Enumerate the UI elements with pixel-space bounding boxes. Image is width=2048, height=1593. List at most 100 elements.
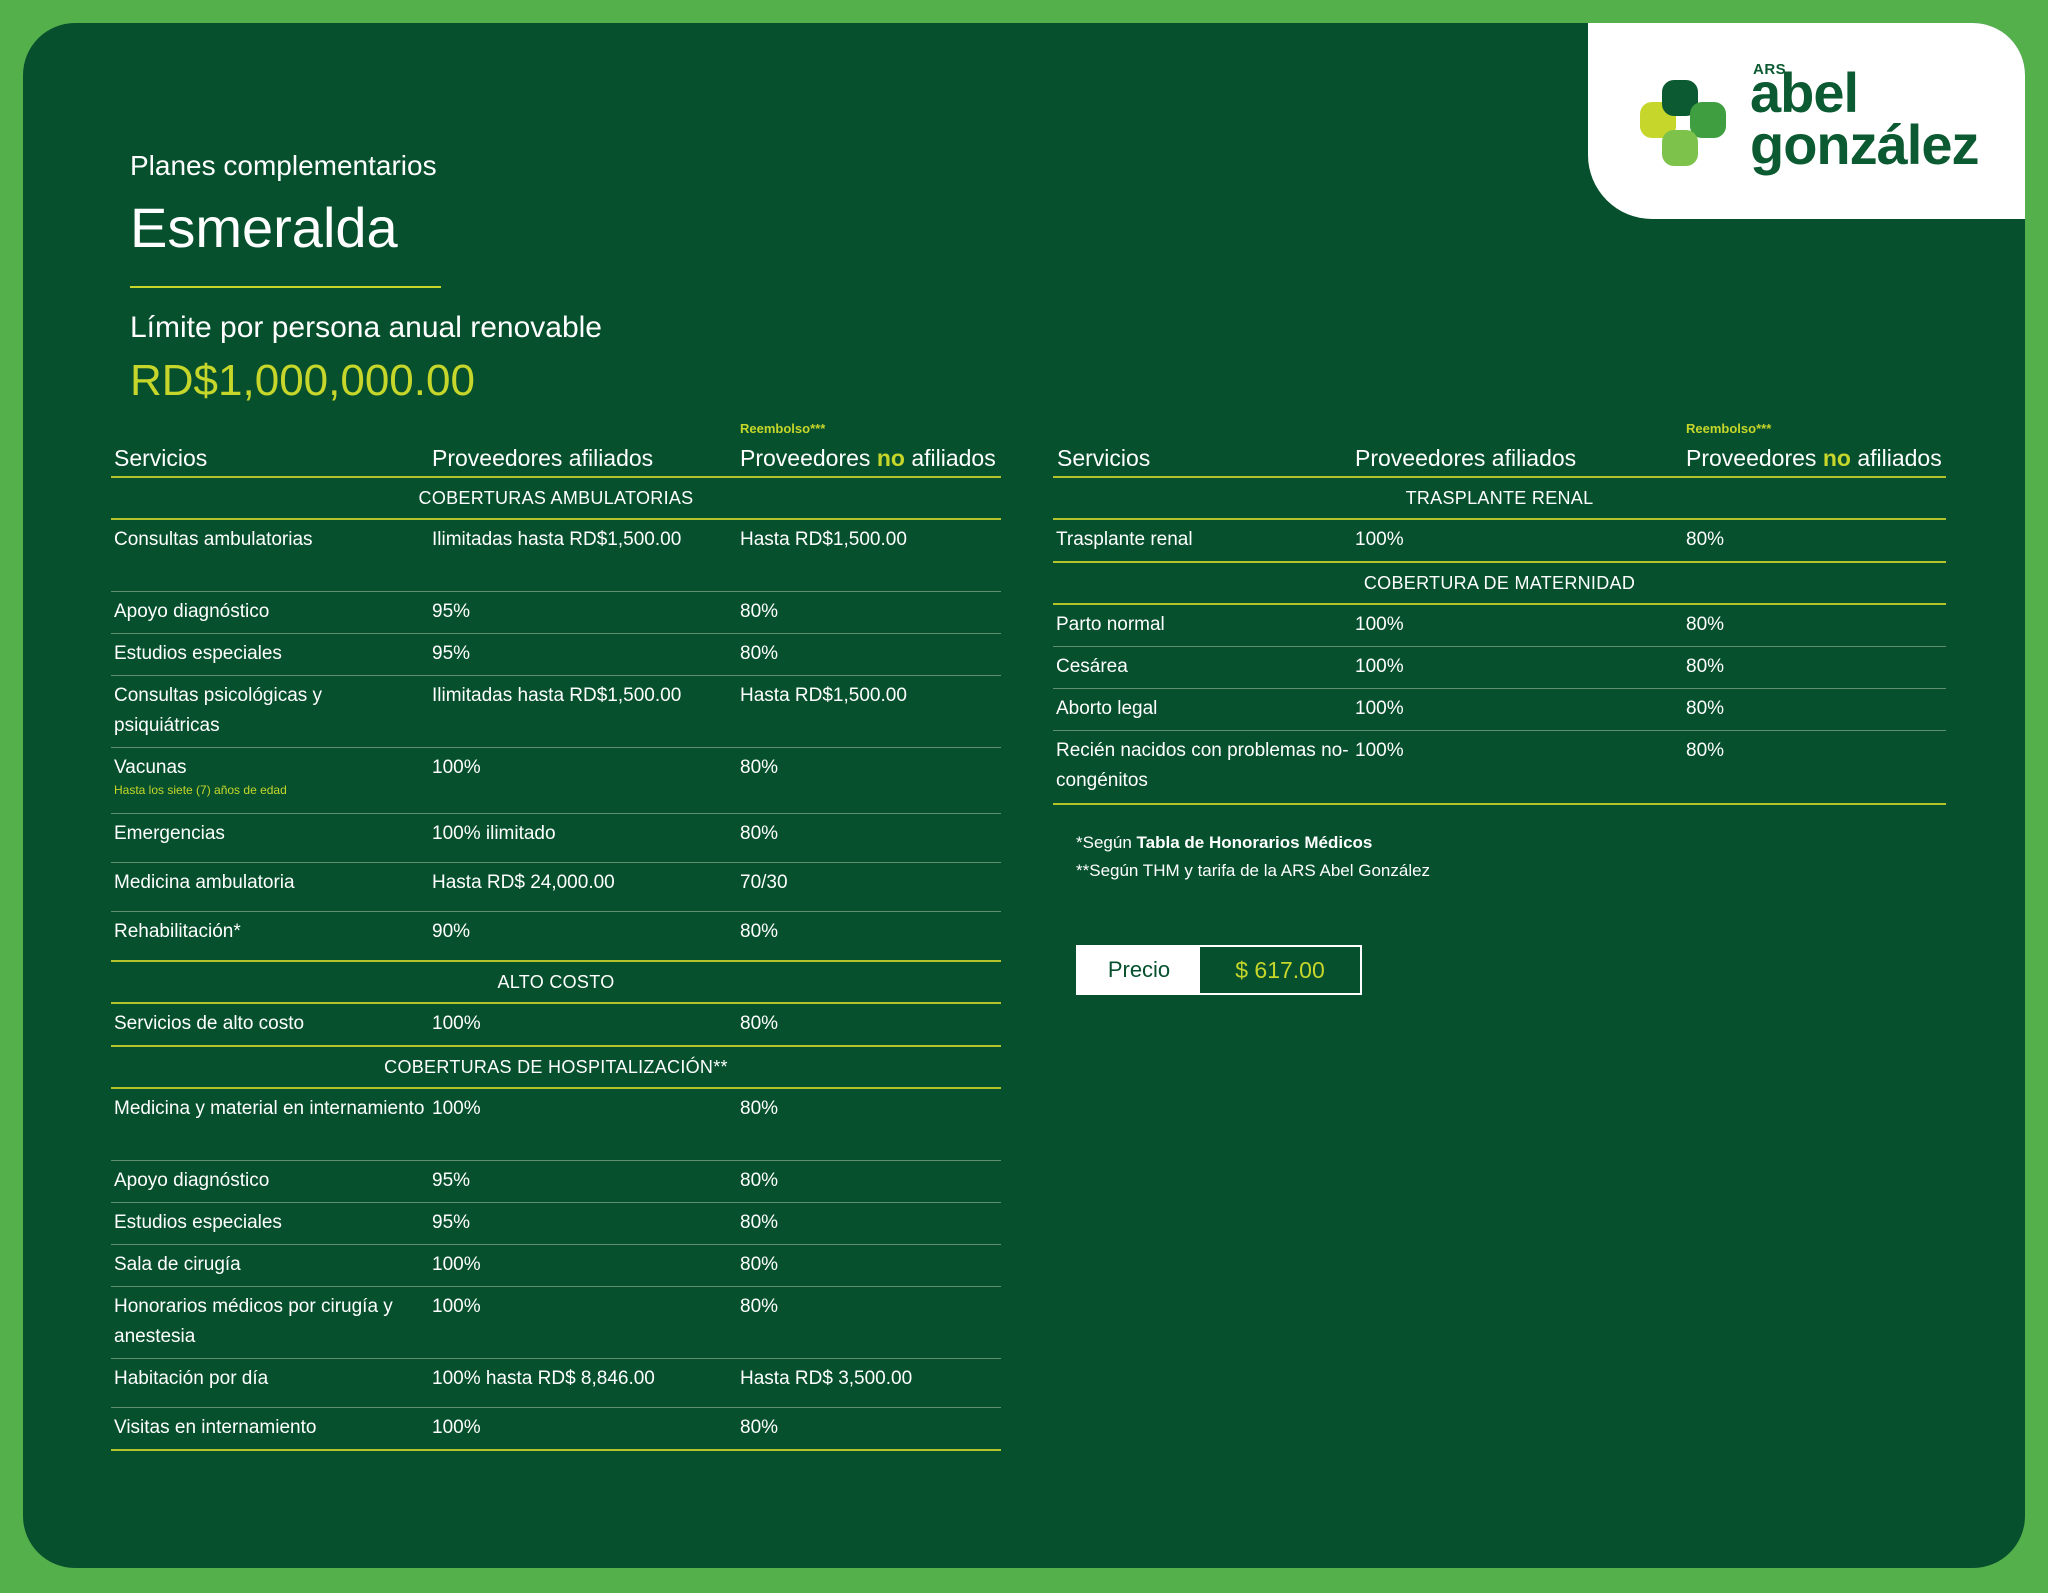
- service-cell: Apoyo diagnóstico: [111, 592, 432, 633]
- service-cell-text: Habitación por día: [114, 1368, 269, 1389]
- affiliated-cell: 100%: [432, 1287, 740, 1358]
- price-value: $ 617.00: [1235, 956, 1325, 983]
- service-cell: Rehabilitación*: [111, 912, 432, 960]
- service-cell-text: Consultas psicológicas y psiquiátricas: [114, 685, 323, 736]
- table-header: Reembolso*** Servicios Proveedores afili…: [111, 421, 1001, 476]
- affiliated-cell-text: Ilimitadas hasta RD$1,500.00: [432, 529, 682, 550]
- affiliated-cell-text: 100% hasta RD$ 8,846.00: [432, 1368, 655, 1389]
- affiliated-cell: 100%: [432, 1004, 740, 1045]
- affiliated-cell-text: 100%: [1355, 614, 1404, 635]
- non-affiliated-cell: 80%: [740, 1161, 1001, 1202]
- table-header: Reembolso*** Servicios Proveedores afili…: [1053, 421, 1946, 476]
- affiliated-cell: Ilimitadas hasta RD$1,500.00: [432, 676, 740, 747]
- non-affiliated-cell-text: 80%: [1686, 529, 1725, 550]
- service-cell: Medicina ambulatoria: [111, 863, 432, 911]
- non-affiliated-cell: 80%: [1686, 689, 1946, 730]
- affiliated-cell: 100%: [1355, 731, 1686, 803]
- service-cell-text: Emergencias: [114, 823, 225, 844]
- non-affiliated-cell: 80%: [1686, 520, 1946, 561]
- service-cell-text: Trasplante renal: [1056, 529, 1193, 550]
- table-row: Rehabilitación* 90% 80%: [111, 911, 1001, 960]
- affiliated-cell: 95%: [432, 592, 740, 633]
- non-affiliated-cell-text: 80%: [740, 823, 779, 844]
- service-cell: Estudios especiales: [111, 1203, 432, 1244]
- service-cell: Emergencias: [111, 814, 432, 862]
- service-cell: Visitas en internamiento: [111, 1408, 432, 1449]
- affiliated-cell-text: 95%: [432, 643, 471, 664]
- non-affiliated-cell: Hasta RD$1,500.00: [740, 676, 1001, 747]
- col-non-affiliated: Proveedores no afiliados: [740, 445, 996, 472]
- service-cell-text: Estudios especiales: [114, 1212, 282, 1233]
- price-label: Precio: [1078, 947, 1200, 993]
- coverage-table-left: Reembolso*** Servicios Proveedores afili…: [111, 421, 1001, 1451]
- service-cell: Trasplante renal: [1053, 520, 1355, 561]
- non-affiliated-cell: 70/30: [740, 863, 1001, 911]
- non-affiliated-cell: Hasta RD$1,500.00: [740, 520, 1001, 591]
- section-header: COBERTURAS DE HOSPITALIZACIÓN**: [111, 1045, 1001, 1089]
- service-cell-text: Consultas ambulatorias: [114, 529, 313, 550]
- footnote-2: **Según THM y tarifa de la ARS Abel Gonz…: [1076, 861, 1431, 880]
- footnote-1-bold: Tabla de Honorarios Médicos: [1136, 833, 1373, 852]
- non-affiliated-cell-text: 80%: [740, 1013, 779, 1034]
- service-cell-text: Visitas en internamiento: [114, 1417, 317, 1438]
- affiliated-cell-text: 100% ilimitado: [432, 823, 556, 844]
- non-affiliated-cell: 80%: [1686, 605, 1946, 646]
- table-row: Visitas en internamiento 100% 80%: [111, 1407, 1001, 1449]
- table-row: Medicina ambulatoria Hasta RD$ 24,000.00 7…: [111, 862, 1001, 911]
- brand-name-line2: gonzález: [1750, 113, 1979, 176]
- affiliated-cell-text: 95%: [432, 1212, 471, 1233]
- table-row: Honorarios médicos por cirugía y anestes…: [111, 1286, 1001, 1358]
- title-divider: [130, 286, 441, 288]
- col-non-affiliated: Proveedores no afiliados: [1686, 445, 1942, 472]
- non-affiliated-cell: 80%: [740, 1245, 1001, 1286]
- section-header: COBERTURA DE MATERNIDAD: [1053, 561, 1946, 605]
- non-affiliated-cell: 80%: [740, 592, 1001, 633]
- non-affiliated-cell-text: 80%: [740, 1098, 779, 1119]
- service-cell-text: Cesárea: [1056, 656, 1128, 677]
- affiliated-cell: 95%: [432, 1203, 740, 1244]
- non-affiliated-cell: Hasta RD$ 3,500.00: [740, 1359, 1001, 1407]
- non-affiliated-cell-text: Hasta RD$1,500.00: [740, 529, 907, 550]
- affiliated-cell: 100%: [1355, 689, 1686, 730]
- section-header: COBERTURAS AMBULATORIAS: [111, 476, 1001, 520]
- service-cell-text: Aborto legal: [1056, 698, 1158, 719]
- non-affiliated-cell: 80%: [740, 1287, 1001, 1358]
- table-row: Sala de cirugía 100% 80%: [111, 1244, 1001, 1286]
- service-cell: Consultas ambulatorias: [111, 520, 432, 591]
- table-row: Vacunas Hasta los siete (7) años de edad 1…: [111, 747, 1001, 813]
- non-affiliated-cell-text: Hasta RD$ 3,500.00: [740, 1368, 913, 1389]
- non-affiliated-cell-text: 80%: [740, 1170, 779, 1191]
- non-affiliated-cell: 80%: [740, 1004, 1001, 1045]
- table-row: Aborto legal 100% 80%: [1053, 688, 1946, 730]
- service-cell: Vacunas Hasta los siete (7) años de edad: [111, 748, 432, 813]
- affiliated-cell-text: Hasta RD$ 24,000.00: [432, 872, 615, 893]
- affiliated-cell: 100%: [432, 1408, 740, 1449]
- affiliated-cell-text: 95%: [432, 1170, 471, 1191]
- brand-logo: ARS abel gonzález: [1588, 23, 2025, 219]
- service-cell: Cesárea: [1053, 647, 1355, 688]
- table-end-rule: [1053, 803, 1946, 805]
- service-cell: Estudios especiales: [111, 634, 432, 675]
- col-non-pre: Proveedores: [1686, 445, 1817, 471]
- affiliated-cell-text: 100%: [1355, 529, 1404, 550]
- col-affiliated: Proveedores afiliados: [1355, 445, 1577, 471]
- service-cell: Recién nacidos con problemas no-congénit…: [1053, 731, 1355, 803]
- plan-category: Planes complementarios: [130, 150, 437, 181]
- service-cell-text: Vacunas: [114, 757, 187, 778]
- table-row: Estudios especiales 95% 80%: [111, 633, 1001, 675]
- affiliated-cell-text: 100%: [1355, 656, 1404, 677]
- table-row: Apoyo diagnóstico 95% 80%: [111, 591, 1001, 633]
- affiliated-cell: 100%: [432, 1089, 740, 1160]
- clover-logo-icon: [1640, 80, 1726, 166]
- col-non-pre: Proveedores: [740, 445, 871, 471]
- reimbursement-tag: Reembolso***: [740, 421, 826, 436]
- affiliated-cell: 100%: [1355, 520, 1686, 561]
- affiliated-cell: Ilimitadas hasta RD$1,500.00: [432, 520, 740, 591]
- service-note: Hasta los siete (7) años de edad: [114, 783, 287, 797]
- non-affiliated-cell: 80%: [740, 814, 1001, 862]
- price-box: Precio $ 617.00: [1076, 945, 1362, 995]
- service-cell-text: Rehabilitación*: [114, 921, 241, 942]
- plan-title: Esmeralda: [130, 196, 398, 259]
- non-affiliated-cell-text: 80%: [740, 1296, 779, 1317]
- affiliated-cell-text: 100%: [432, 1254, 481, 1275]
